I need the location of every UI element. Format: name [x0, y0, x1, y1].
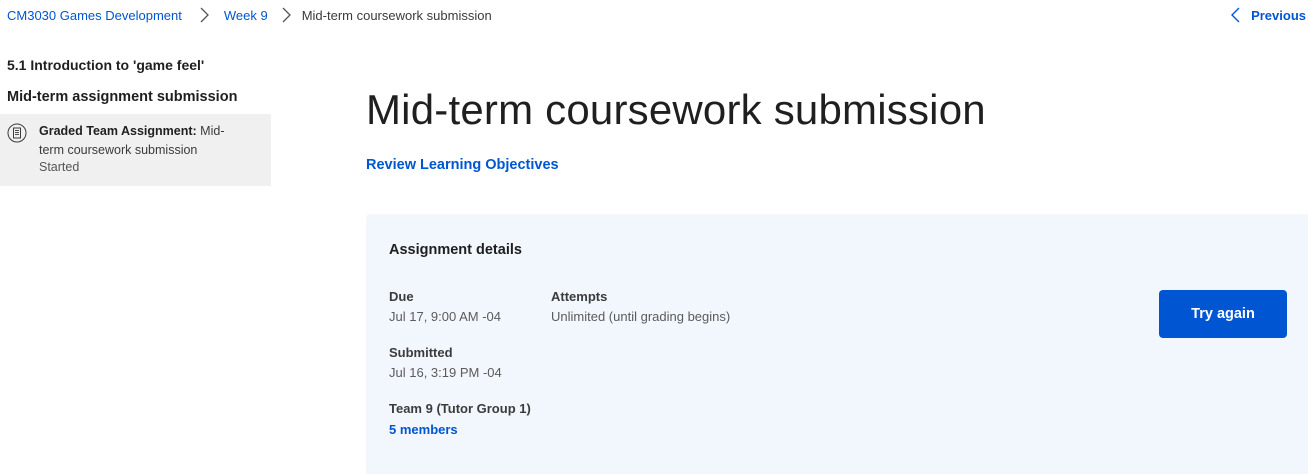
page-title: Mid-term coursework submission	[366, 86, 986, 133]
chevron-right-icon	[278, 6, 296, 24]
submitted-value: Jul 16, 3:19 PM -04	[389, 365, 502, 380]
sidebar-item-type: Graded Team Assignment:	[39, 124, 197, 138]
submitted-label: Submitted	[389, 345, 453, 360]
breadcrumb: CM3030 Games Development Week 9 Mid-term…	[7, 5, 492, 25]
attempts-value: Unlimited (until grading begins)	[551, 309, 731, 324]
previous-button[interactable]: Previous	[1229, 6, 1306, 24]
team-label: Team 9 (Tutor Group 1)	[389, 401, 531, 416]
breadcrumb-week-link[interactable]: Week 9	[224, 8, 268, 23]
due-value: Jul 17, 9:00 AM -04	[389, 309, 502, 324]
team-members-link[interactable]: 5 members	[389, 422, 458, 437]
review-learning-objectives-link[interactable]: Review Learning Objectives	[366, 157, 559, 173]
chevron-left-icon	[1231, 7, 1240, 23]
previous-label: Previous	[1251, 7, 1306, 23]
assignment-details-card: Assignment details Due Jul 17, 9:00 AM -…	[366, 214, 1308, 474]
assignment-document-icon	[7, 123, 27, 143]
chevron-right-icon	[196, 6, 214, 24]
breadcrumb-current: Mid-term coursework submission	[301, 7, 492, 23]
assignment-details-heading: Assignment details	[389, 242, 522, 258]
sidebar-section-title[interactable]: 5.1 Introduction to 'game feel'	[7, 57, 204, 73]
sidebar-item-status: Started	[39, 160, 80, 174]
sidebar-item-assignment[interactable]: Graded Team Assignment: Mid-term coursew…	[0, 114, 271, 186]
sidebar-item-label: Graded Team Assignment: Mid-term coursew…	[39, 122, 249, 160]
attempts-label: Attempts	[551, 289, 608, 304]
due-label: Due	[389, 289, 414, 304]
breadcrumb-course-link[interactable]: CM3030 Games Development	[7, 8, 182, 23]
sidebar-subsection-title[interactable]: Mid-term assignment submission	[7, 89, 237, 105]
try-again-button[interactable]: Try again	[1159, 290, 1287, 338]
